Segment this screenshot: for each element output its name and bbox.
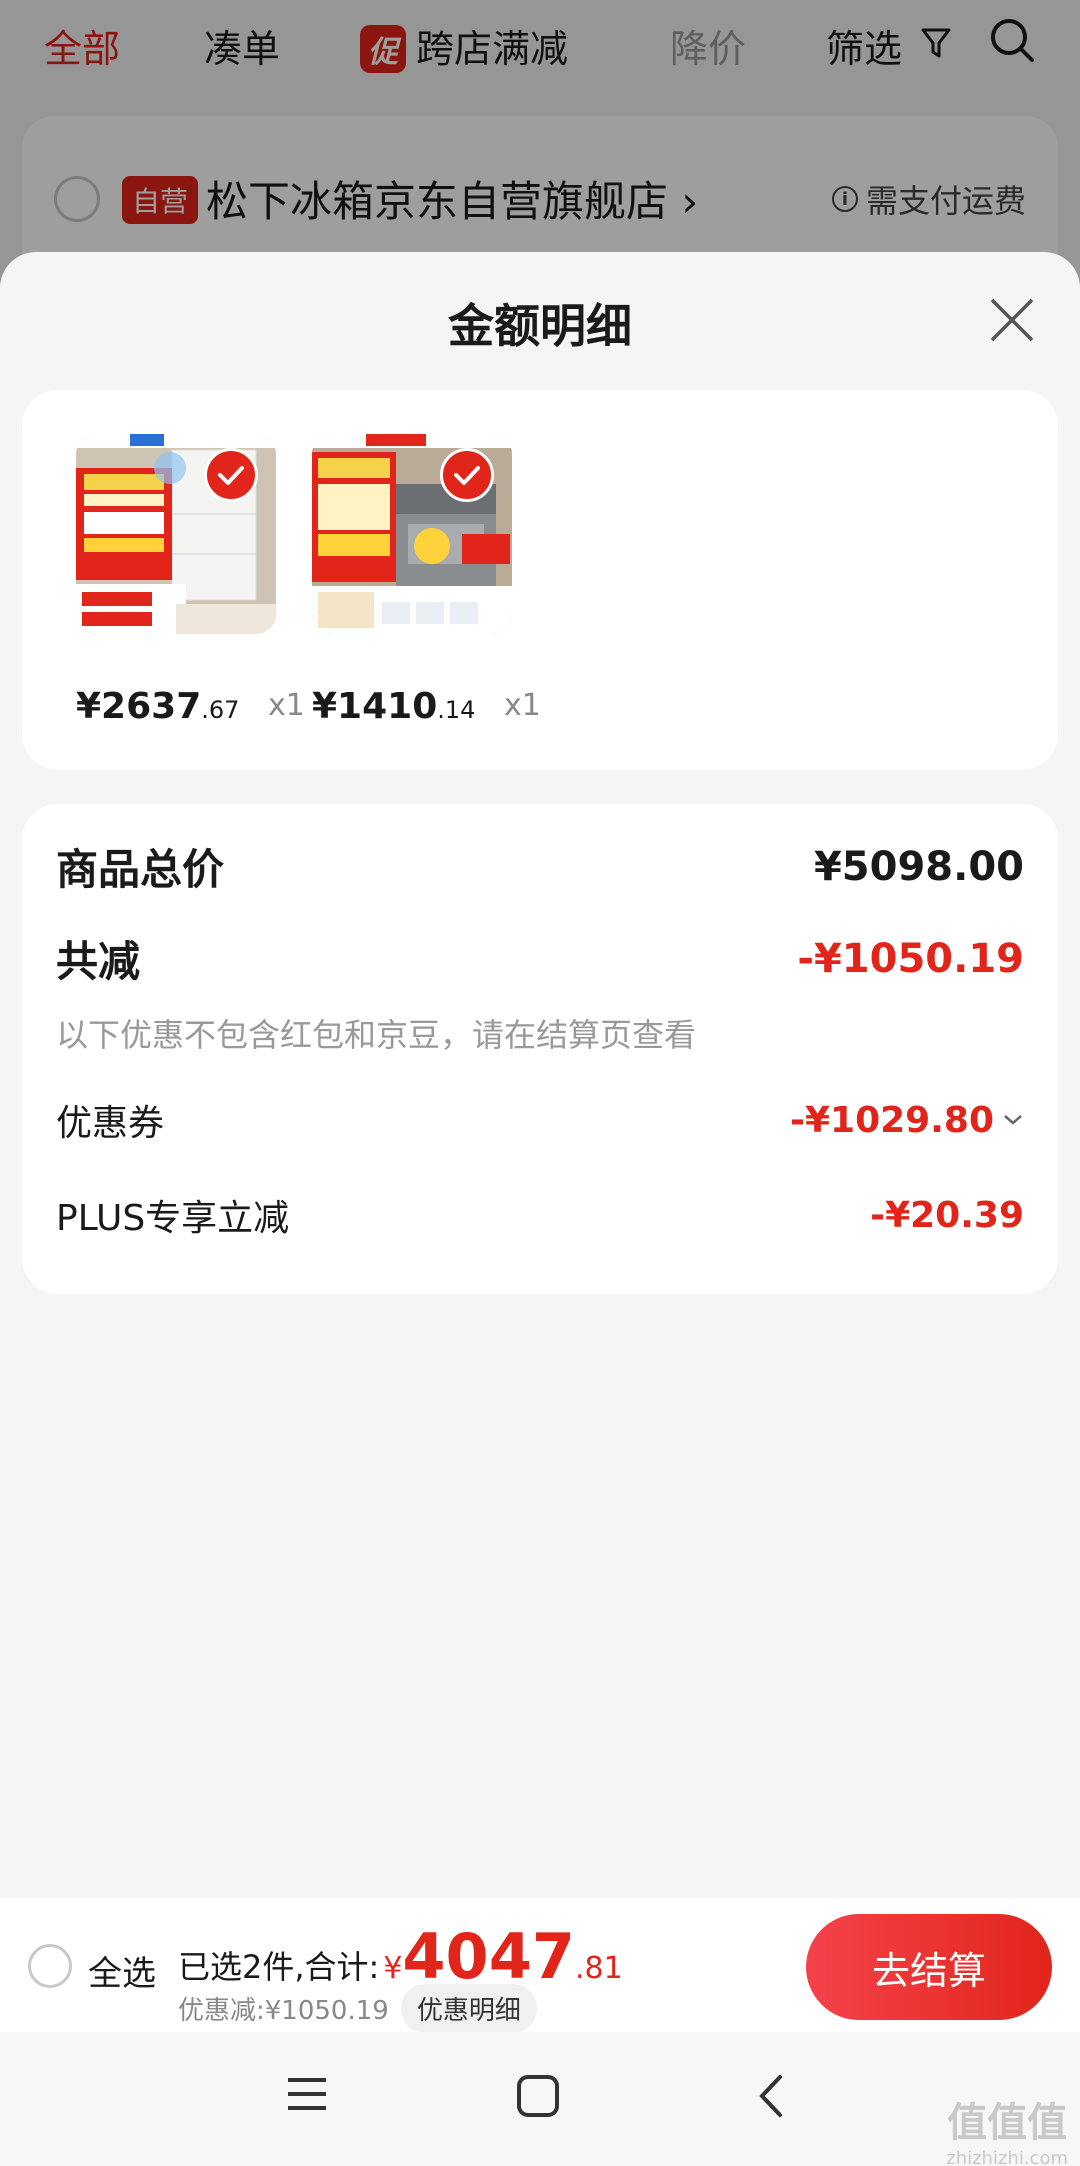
price-decimal: .14 <box>437 696 476 724</box>
price-decimal: .67 <box>201 696 240 724</box>
summary-card: 商品总价 ¥5098.00 共减 -¥1050.19 以下优惠不包含红包和京豆，… <box>22 804 1058 1294</box>
discount-text: 优惠减:¥1050.19 <box>178 1996 389 2026</box>
coupon-value: -¥1029.80 <box>790 1099 994 1141</box>
chevron-down-icon[interactable] <box>1002 1113 1024 1127</box>
coupon-value-wrap: -¥1029.80 <box>790 1100 1024 1141</box>
total-reduction-row: 共减 -¥1050.19 <box>56 928 1024 989</box>
watermark-text: 值值值 <box>947 2100 1068 2146</box>
checkout-bar: 全选 已选2件,合计: ¥ 4047 .81 优惠减:¥1050.19 优惠明细… <box>0 1898 1080 2033</box>
select-all-radio[interactable] <box>28 1944 72 1988</box>
plus-discount-row: PLUS专享立减 -¥20.39 <box>56 1189 1024 1241</box>
system-nav-bar <box>0 2032 1080 2166</box>
watermark-url: zhizhizhi.com <box>946 2148 1068 2166</box>
product-quantity: x1 <box>268 688 305 723</box>
total-reduction-label: 共减 <box>56 937 141 986</box>
home-icon[interactable] <box>516 2074 560 2118</box>
menu-icon[interactable] <box>286 2074 328 2114</box>
total-decimal: .81 <box>574 1951 623 1986</box>
reduction-note: 以下优惠不包含红包和京豆，请在结算页查看 <box>56 1016 697 1054</box>
product-item[interactable]: ¥2637.67 x1 <box>76 434 306 727</box>
total-price-label: 商品总价 <box>56 845 225 894</box>
price-integer: ¥1410 <box>312 686 438 727</box>
products-card: ¥2637.67 x1 ¥1410.14 x1 <box>22 390 1058 770</box>
selected-total: 已选2件,合计: ¥ 4047 .81 <box>178 1920 623 1993</box>
product-item[interactable]: ¥1410.14 x1 <box>312 434 542 727</box>
watermark: 值值值 zhizhizhi.com <box>946 2090 1068 2166</box>
selected-count-text: 已选2件,合计: <box>178 1948 380 1986</box>
amount-detail-sheet: 金额明细 ¥2637.67 x1 ¥1410.14 x1 商品总价 ¥5098.… <box>0 252 1080 2166</box>
close-icon[interactable] <box>988 296 1036 344</box>
plus-discount-value: -¥20.39 <box>870 1194 1024 1236</box>
product-thumbnail-washer <box>312 434 512 634</box>
checked-icon <box>440 448 494 502</box>
discount-line: 优惠减:¥1050.19 优惠明细 <box>178 1984 537 2033</box>
total-price-value: ¥5098.00 <box>813 843 1024 890</box>
checkout-button[interactable]: 去结算 <box>806 1914 1052 2020</box>
select-all-label[interactable]: 全选 <box>88 1946 156 1995</box>
coupon-label: 优惠券 <box>56 1103 165 1144</box>
total-integer: 4047 <box>402 1920 575 1993</box>
product-price: ¥2637.67 <box>76 686 239 727</box>
back-icon[interactable] <box>756 2074 786 2118</box>
product-quantity: x1 <box>504 688 541 723</box>
product-thumbnail-fridge <box>76 434 276 634</box>
checked-icon <box>204 448 258 502</box>
product-price: ¥1410.14 <box>312 686 475 727</box>
currency-symbol: ¥ <box>383 1951 403 1986</box>
total-reduction-value: -¥1050.19 <box>797 935 1024 982</box>
plus-discount-label: PLUS专享立减 <box>56 1198 290 1239</box>
sheet-title: 金额明细 <box>448 299 632 353</box>
coupon-row[interactable]: 优惠券 -¥1029.80 <box>56 1094 1024 1146</box>
discount-detail-button[interactable]: 优惠明细 <box>400 1984 537 2033</box>
total-price-row: 商品总价 ¥5098.00 <box>56 836 1024 897</box>
price-integer: ¥2637 <box>76 686 202 727</box>
